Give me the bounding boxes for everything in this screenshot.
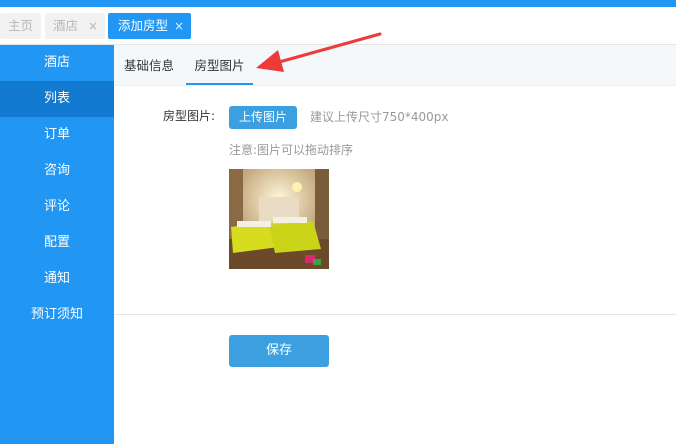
annotation-arrow-icon <box>256 32 382 72</box>
